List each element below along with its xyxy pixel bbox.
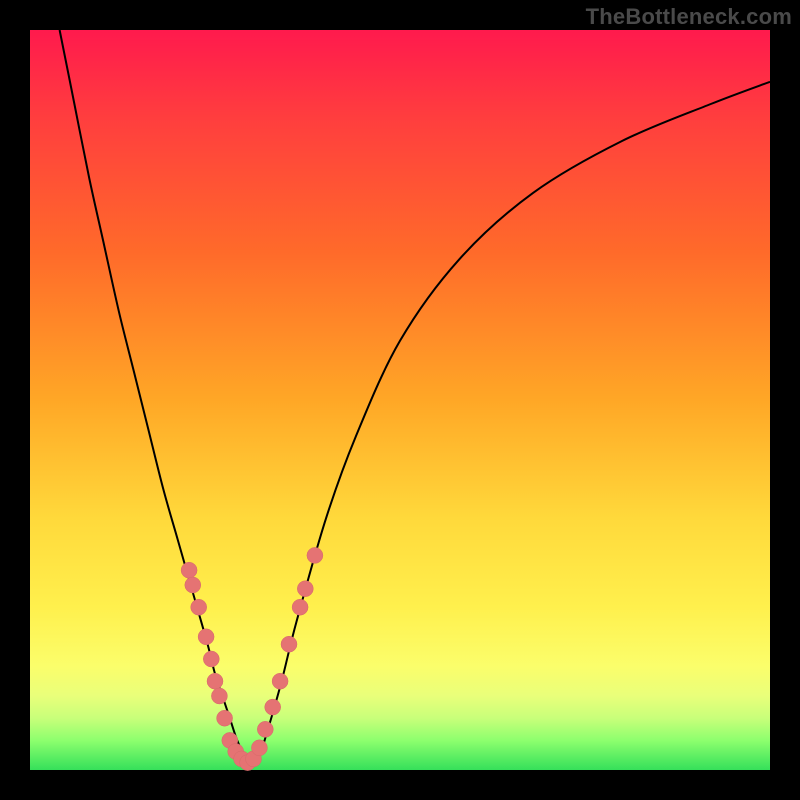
highlight-dot xyxy=(203,651,219,667)
highlight-dot xyxy=(281,636,297,652)
chart-svg xyxy=(30,30,770,770)
highlight-dot xyxy=(257,721,273,737)
watermark-text: TheBottleneck.com xyxy=(586,4,792,30)
highlight-dot xyxy=(181,562,197,578)
highlight-dot xyxy=(265,699,281,715)
chart-frame: TheBottleneck.com xyxy=(0,0,800,800)
highlight-dot xyxy=(307,547,323,563)
highlight-dot xyxy=(272,673,288,689)
highlight-dot xyxy=(251,740,267,756)
highlight-dots-group xyxy=(181,547,323,770)
highlight-dot xyxy=(217,710,233,726)
highlight-dot xyxy=(191,599,207,615)
highlight-dot xyxy=(198,629,214,645)
highlight-dot xyxy=(207,673,223,689)
highlight-dot xyxy=(297,581,313,597)
highlight-dot xyxy=(211,688,227,704)
bottleneck-curve xyxy=(60,30,770,763)
highlight-dot xyxy=(185,577,201,593)
highlight-dot xyxy=(292,599,308,615)
chart-plot-area xyxy=(30,30,770,770)
